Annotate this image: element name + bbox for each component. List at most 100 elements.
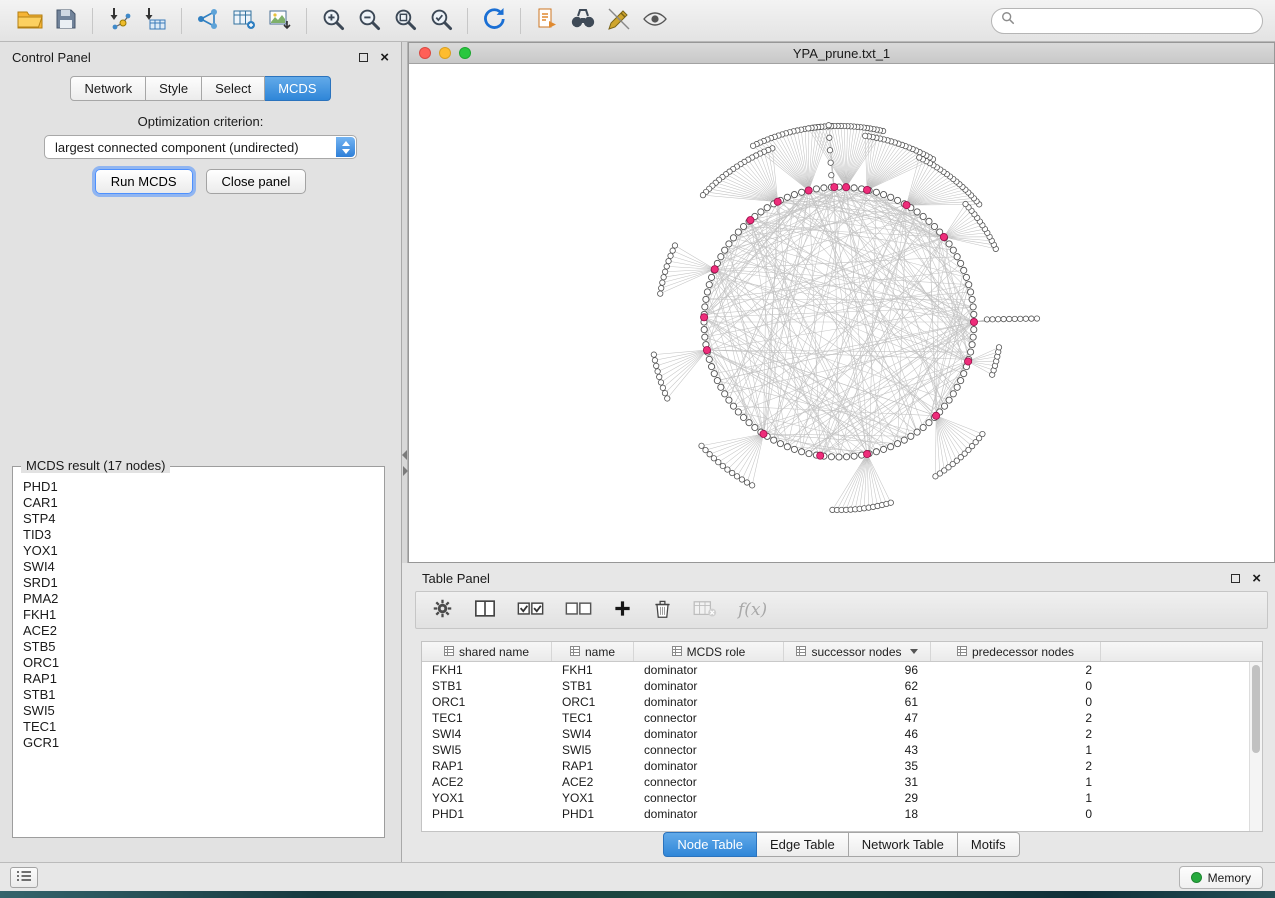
table-cell: 46 <box>784 727 931 741</box>
column-header-successor-nodes[interactable]: successor nodes <box>784 642 931 661</box>
search-input[interactable] <box>1021 14 1253 28</box>
show-columns-button[interactable] <box>474 595 496 625</box>
mcds-result-item[interactable]: GCR1 <box>15 735 382 751</box>
run-mcds-button[interactable]: Run MCDS <box>95 169 193 194</box>
mcds-result-item[interactable]: SWI4 <box>15 559 382 575</box>
mcds-result-item[interactable]: CAR1 <box>15 495 382 511</box>
table-cell: 1 <box>931 775 1101 789</box>
delete-column-button[interactable] <box>653 595 672 625</box>
mcds-result-item[interactable]: PHD1 <box>15 479 382 495</box>
table-panel-title: Table Panel <box>422 571 490 586</box>
node-table: shared name name MCDS role successor nod… <box>421 641 1263 832</box>
table-row[interactable]: FKH1FKH1dominator962 <box>422 662 1249 678</box>
float-panel-icon[interactable] <box>359 53 368 62</box>
delete-table-icon <box>693 600 717 621</box>
column-header-predecessor-nodes[interactable]: predecessor nodes <box>931 642 1101 661</box>
column-header-name[interactable]: name <box>552 642 634 661</box>
float-table-panel-icon[interactable] <box>1231 574 1240 583</box>
tab-network[interactable]: Network <box>70 76 146 101</box>
show-hide-button[interactable] <box>637 4 673 38</box>
mcds-result-item[interactable]: PMA2 <box>15 591 382 607</box>
close-panel-button[interactable]: Close panel <box>206 169 307 194</box>
open-session-button[interactable] <box>12 4 48 38</box>
table-row[interactable]: RAP1RAP1dominator352 <box>422 758 1249 774</box>
column-header-mcds-role[interactable]: MCDS role <box>634 642 784 661</box>
table-settings-button[interactable] <box>432 595 453 625</box>
save-session-button[interactable] <box>48 4 84 38</box>
close-table-panel-icon[interactable]: × <box>1252 574 1261 584</box>
table-row[interactable]: TEC1TEC1connector472 <box>422 710 1249 726</box>
mcds-result-item[interactable]: YOX1 <box>15 543 382 559</box>
import-network-button[interactable] <box>101 4 137 38</box>
mcds-result-item[interactable]: SRD1 <box>15 575 382 591</box>
network-canvas[interactable] <box>409 64 1274 562</box>
mcds-result-item[interactable]: STB1 <box>15 687 382 703</box>
mcds-result-item[interactable]: ACE2 <box>15 623 382 639</box>
share-document-button[interactable] <box>529 4 565 38</box>
close-window-icon[interactable] <box>419 47 431 59</box>
scrollbar-thumb[interactable] <box>1252 665 1260 753</box>
table-row[interactable]: STB1STB1dominator620 <box>422 678 1249 694</box>
table-row[interactable]: PHD1PHD1dominator180 <box>422 806 1249 822</box>
table-row[interactable]: YOX1YOX1connector291 <box>422 790 1249 806</box>
criterion-select[interactable]: largest connected component (undirected) <box>44 135 357 159</box>
toolbar-separator <box>92 8 93 34</box>
select-all-button[interactable] <box>517 595 544 625</box>
zoom-in-button[interactable] <box>315 4 351 38</box>
mcds-result-item[interactable]: RAP1 <box>15 671 382 687</box>
maximize-window-icon[interactable] <box>459 47 471 59</box>
mcds-result-item[interactable]: TID3 <box>15 527 382 543</box>
memory-button[interactable]: Memory <box>1179 866 1263 889</box>
eye-icon <box>642 8 668 33</box>
tab-node-table[interactable]: Node Table <box>663 832 757 857</box>
select-stepper-icon <box>336 137 355 157</box>
tab-mcds[interactable]: MCDS <box>265 76 330 101</box>
table-cell: dominator <box>634 727 784 741</box>
zoom-out-button[interactable] <box>351 4 387 38</box>
brush-icon <box>607 7 631 34</box>
table-row[interactable]: SWI5SWI5connector431 <box>422 742 1249 758</box>
zoom-selected-button[interactable] <box>423 4 459 38</box>
style-brush-button[interactable] <box>601 4 637 38</box>
deselect-all-icon <box>565 600 592 621</box>
table-row[interactable]: SWI4SWI4dominator462 <box>422 726 1249 742</box>
tab-select[interactable]: Select <box>202 76 265 101</box>
table-scrollbar[interactable] <box>1249 662 1262 831</box>
deselect-all-button[interactable] <box>565 595 592 625</box>
fx-icon: f(x) <box>738 600 767 620</box>
node-table-header: shared name name MCDS role successor nod… <box>422 642 1262 662</box>
tab-network-table[interactable]: Network Table <box>849 832 958 857</box>
add-column-button[interactable] <box>613 595 632 625</box>
mcds-result-item[interactable]: FKH1 <box>15 607 382 623</box>
export-image-button[interactable] <box>262 4 298 38</box>
network-table-button[interactable] <box>226 4 262 38</box>
refresh-icon <box>481 6 507 35</box>
table-cell: TEC1 <box>552 711 634 725</box>
collapse-left-icon[interactable] <box>402 450 407 460</box>
column-header-shared-name[interactable]: shared name <box>422 642 552 661</box>
import-table-button[interactable] <box>137 4 173 38</box>
main-toolbar <box>0 0 1275 42</box>
tab-edge-table[interactable]: Edge Table <box>757 832 849 857</box>
close-panel-icon[interactable]: × <box>380 53 389 63</box>
zoom-fit-button[interactable] <box>387 4 423 38</box>
minimize-window-icon[interactable] <box>439 47 451 59</box>
network-search-button[interactable] <box>565 4 601 38</box>
mcds-result-item[interactable]: ORC1 <box>15 655 382 671</box>
refresh-layout-button[interactable] <box>476 4 512 38</box>
table-row[interactable]: ACE2ACE2connector311 <box>422 774 1249 790</box>
table-cell: 1 <box>931 791 1101 805</box>
tab-motifs[interactable]: Motifs <box>958 832 1020 857</box>
mcds-result-item[interactable]: TEC1 <box>15 719 382 735</box>
mcds-result-item[interactable]: STB5 <box>15 639 382 655</box>
network-view-window: YPA_prune.txt_1 <box>408 42 1275 563</box>
table-cell: 31 <box>784 775 931 789</box>
table-row[interactable]: ORC1ORC1dominator610 <box>422 694 1249 710</box>
task-history-button[interactable] <box>10 867 38 888</box>
new-network-button[interactable] <box>190 4 226 38</box>
table-cell: ORC1 <box>552 695 634 709</box>
tab-style[interactable]: Style <box>146 76 202 101</box>
mcds-result-item[interactable]: STP4 <box>15 511 382 527</box>
network-window-titlebar[interactable]: YPA_prune.txt_1 <box>409 43 1274 64</box>
mcds-result-item[interactable]: SWI5 <box>15 703 382 719</box>
